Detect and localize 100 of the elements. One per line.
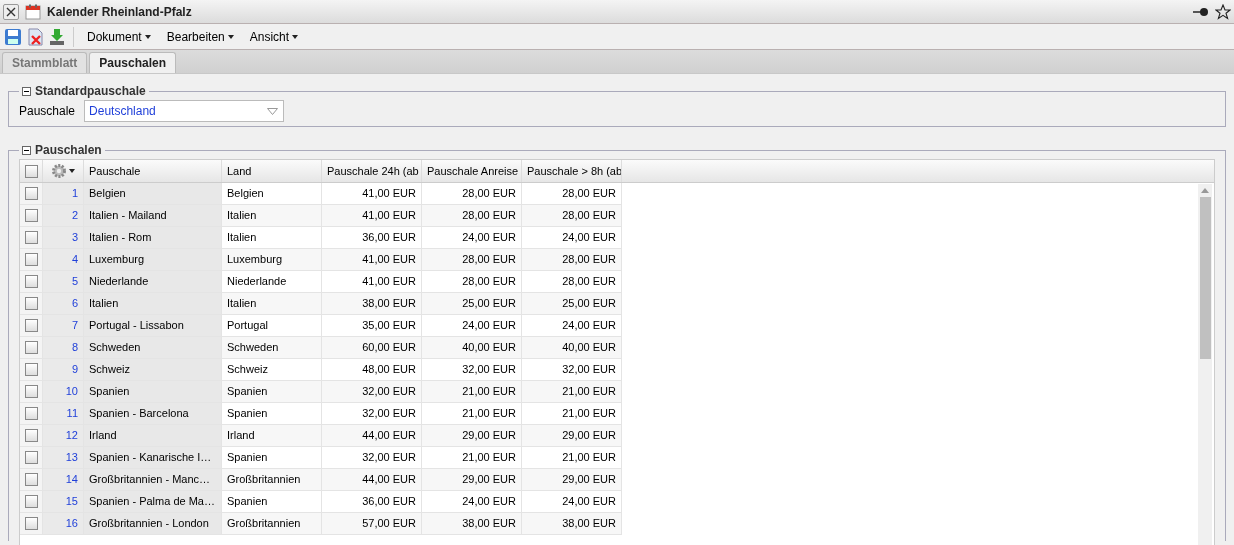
row-number: 10 [43, 381, 84, 403]
table-cell: 48,00 EUR [322, 359, 422, 381]
collapse-button[interactable] [22, 145, 31, 155]
checkbox[interactable] [24, 253, 38, 266]
collapse-button[interactable] [22, 86, 31, 96]
table-cell: 40,00 EUR [422, 337, 522, 359]
checkbox[interactable] [24, 517, 38, 530]
checkbox[interactable] [24, 451, 38, 464]
table-cell: 29,00 EUR [422, 425, 522, 447]
table-cell: Schweden [84, 337, 222, 359]
checkbox[interactable] [24, 319, 38, 332]
column-header[interactable]: Pauschale 24h (ab [322, 160, 422, 182]
table-cell: 25,00 EUR [422, 293, 522, 315]
table-cell: 29,00 EUR [522, 469, 622, 491]
close-button[interactable] [3, 3, 19, 20]
table-cell: 40,00 EUR [522, 337, 622, 359]
row-number: 12 [43, 425, 84, 447]
gear-icon [51, 163, 67, 179]
table-cell: 24,00 EUR [522, 491, 622, 513]
table-cell: Belgien [222, 183, 322, 205]
table-cell: 25,00 EUR [522, 293, 622, 315]
table-cell: Großbritannien - Manc… [84, 469, 222, 491]
scrollbar[interactable] [1198, 184, 1212, 545]
column-header[interactable]: Pauschale Anreise [422, 160, 522, 182]
checkbox[interactable] [24, 231, 38, 244]
table-cell: 44,00 EUR [322, 425, 422, 447]
table-cell: Irland [222, 425, 322, 447]
checkbox[interactable] [24, 275, 38, 288]
table-cell: 28,00 EUR [422, 183, 522, 205]
table-cell: Italien [222, 227, 322, 249]
table-cell: 38,00 EUR [522, 513, 622, 535]
checkbox[interactable] [24, 473, 38, 486]
window-title: Kalender Rheinland-Pfalz [47, 3, 192, 21]
table-cell: Italien - Mailand [84, 205, 222, 227]
dropdown-field[interactable]: Deutschland [84, 100, 285, 122]
caret-icon [292, 34, 299, 39]
table-cell: Irland [84, 425, 222, 447]
table-cell: Portugal - Lissabon [84, 315, 222, 337]
menu-button[interactable]: Bearbeiten [160, 27, 240, 46]
checkbox[interactable] [24, 209, 38, 222]
table-cell: 28,00 EUR [522, 249, 622, 271]
menu-button[interactable]: Dokument [81, 27, 157, 46]
table-cell: Niederlande [84, 271, 222, 293]
table-cell: 38,00 EUR [322, 293, 422, 315]
checkbox[interactable] [24, 341, 38, 354]
checkbox[interactable] [24, 407, 38, 420]
table-cell: Italien [84, 293, 222, 315]
table-cell: Italien - Rom [84, 227, 222, 249]
row-number: 8 [43, 337, 84, 359]
table-cell: 41,00 EUR [322, 183, 422, 205]
table-cell: 41,00 EUR [322, 249, 422, 271]
table-cell: Spanien [222, 403, 322, 425]
table-cell: 28,00 EUR [422, 271, 522, 293]
download-icon[interactable] [48, 27, 66, 46]
table-cell: 57,00 EUR [322, 513, 422, 535]
table-cell: 28,00 EUR [422, 249, 522, 271]
table-cell: Großbritannien [222, 469, 322, 491]
column-header[interactable]: Land [222, 160, 322, 182]
caret-icon [69, 169, 75, 173]
checkbox[interactable] [24, 297, 38, 310]
tab[interactable]: Pauschalen [89, 52, 177, 73]
checkbox[interactable] [24, 164, 38, 178]
table-cell: 41,00 EUR [322, 205, 422, 227]
row-number: 6 [43, 293, 84, 315]
table-cell: 36,00 EUR [322, 227, 422, 249]
star-icon[interactable] [1215, 3, 1231, 20]
row-number: 15 [43, 491, 84, 513]
table-cell: Spanien - Palma de Ma… [84, 491, 222, 513]
table-cell: 24,00 EUR [422, 315, 522, 337]
table-cell: Spanien [84, 381, 222, 403]
tab[interactable]: Stammblatt [2, 52, 88, 73]
column-header[interactable]: Pauschale [84, 160, 222, 182]
row-number: 2 [43, 205, 84, 227]
table-cell: 28,00 EUR [422, 205, 522, 227]
checkbox[interactable] [24, 385, 38, 398]
table-cell: 24,00 EUR [522, 227, 622, 249]
table-cell: 44,00 EUR [322, 469, 422, 491]
table-cell: Großbritannien [222, 513, 322, 535]
table-cell: Luxemburg [222, 249, 322, 271]
delete-document-icon[interactable] [26, 27, 44, 46]
scroll-up-arrow-icon[interactable] [1201, 188, 1209, 193]
table-cell: Spanien [222, 491, 322, 513]
column-header[interactable]: Pauschale > 8h (ab [522, 160, 622, 182]
row-number: 7 [43, 315, 84, 337]
table-cell: 32,00 EUR [322, 403, 422, 425]
table-cell: 38,00 EUR [422, 513, 522, 535]
table-cell: 28,00 EUR [522, 183, 622, 205]
checkbox[interactable] [24, 363, 38, 376]
checkbox[interactable] [24, 187, 38, 200]
menu-button[interactable]: Ansicht [243, 27, 305, 46]
row-number: 4 [43, 249, 84, 271]
settings-menu-button[interactable] [51, 163, 75, 179]
table-cell: 60,00 EUR [322, 337, 422, 359]
pin-icon[interactable] [1193, 5, 1209, 18]
checkbox[interactable] [24, 495, 38, 508]
caret-icon [227, 34, 234, 39]
table-cell: Großbritannien - London [84, 513, 222, 535]
table-cell: 32,00 EUR [522, 359, 622, 381]
table-cell: Italien [222, 205, 322, 227]
checkbox[interactable] [24, 429, 38, 442]
